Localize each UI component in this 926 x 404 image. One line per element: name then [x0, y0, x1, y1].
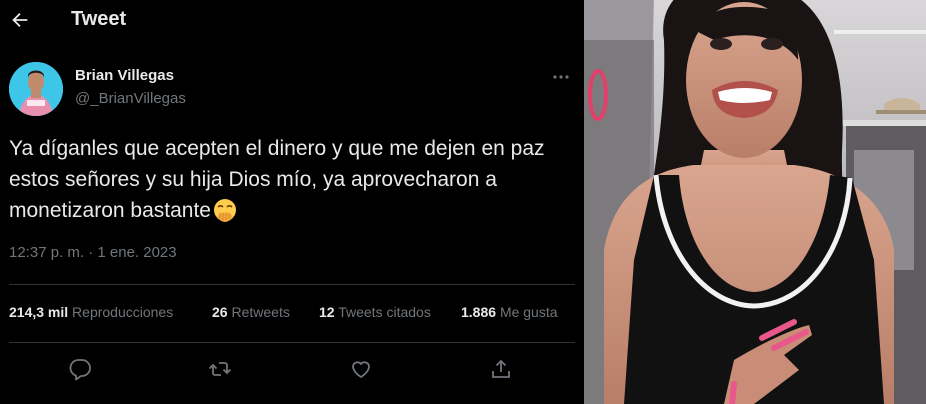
tweet-text: Ya díganles que acepten el dinero y que … — [9, 133, 575, 226]
retweets-count: 26 — [212, 304, 228, 320]
more-options-icon[interactable] — [552, 74, 570, 80]
divider — [9, 342, 575, 343]
tweet-timestamp[interactable]: 12:37 p. m. · 1 ene. 2023 — [9, 244, 177, 261]
quotes-label: Tweets citados — [338, 304, 431, 320]
quotes-count: 12 — [319, 304, 335, 320]
top-bar: Tweet — [0, 0, 584, 42]
retweets-label: Retweets — [231, 304, 290, 320]
views-count: 214,3 mil — [9, 304, 69, 320]
page-title: Tweet — [71, 8, 127, 30]
likes-count: 1.886 — [461, 304, 497, 320]
views-label: Reproducciones — [72, 304, 174, 320]
tweet-panel: Tweet Brian Villegas @_BrianVillegas Ya … — [0, 0, 584, 404]
likes-stat[interactable]: 1.886 Me gusta — [461, 304, 558, 320]
retweet-icon[interactable] — [208, 357, 232, 381]
quotes-stat[interactable]: 12 Tweets citados — [319, 304, 431, 320]
like-icon[interactable] — [349, 357, 373, 381]
retweets-stat[interactable]: 26 Retweets — [212, 304, 290, 320]
arrow-left-icon[interactable] — [9, 9, 31, 31]
author-handle[interactable]: @_BrianVillegas — [75, 90, 186, 107]
likes-label: Me gusta — [499, 304, 558, 320]
reply-icon[interactable] — [68, 357, 92, 381]
avatar-image — [9, 62, 63, 116]
avatar[interactable] — [9, 62, 63, 116]
author-name[interactable]: Brian Villegas — [75, 67, 174, 84]
divider — [9, 284, 575, 285]
tweet-body: Ya díganles que acepten el dinero y que … — [9, 137, 545, 222]
attached-photo — [584, 0, 926, 404]
face-with-hand-over-mouth-icon — [213, 199, 236, 223]
photo-woman-image — [584, 0, 926, 404]
views-stat[interactable]: 214,3 mil Reproducciones — [9, 304, 173, 320]
share-icon[interactable] — [489, 357, 513, 381]
